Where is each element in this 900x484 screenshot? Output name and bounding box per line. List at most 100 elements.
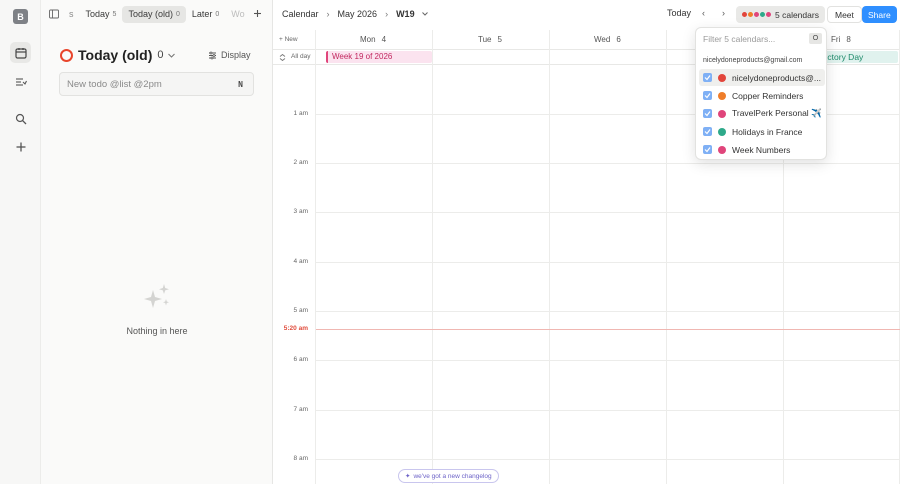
- checkbox-checked-icon[interactable]: [703, 145, 712, 154]
- empty-state-text: Nothing in here: [126, 326, 188, 336]
- changelog-text: we've got a new changelog: [413, 472, 492, 480]
- chevron-down-icon[interactable]: [167, 51, 176, 60]
- filter-calendars-input[interactable]: Filter 5 calendars...: [703, 34, 775, 44]
- day-header-wed[interactable]: Wed 6: [594, 35, 621, 44]
- today-button[interactable]: Today: [667, 8, 691, 18]
- event-week-number[interactable]: Week 19 of 2026: [326, 51, 432, 63]
- new-todo-placeholder: New todo @list @2pm: [67, 78, 162, 90]
- tab-label: Wo: [231, 9, 245, 19]
- grid-line: [432, 30, 433, 484]
- calendar-item-primary[interactable]: nicelydoneproducts@...: [699, 69, 825, 86]
- list-heading: Today (old) 0: [60, 47, 176, 63]
- calendars-count-label: 5 calendars: [775, 9, 819, 20]
- breadcrumb-calendar[interactable]: Calendar: [282, 9, 319, 19]
- day-header-tue[interactable]: Tue 5: [478, 35, 502, 44]
- account-label: nicelydoneproducts@gmail.com: [703, 57, 803, 64]
- calendars-toggle-button[interactable]: 5 calendars: [736, 6, 825, 23]
- calendars-dropdown: Filter 5 calendars... O nicelydoneproduc…: [695, 27, 827, 160]
- calendar-item-week-numbers[interactable]: Week Numbers: [699, 141, 825, 158]
- day-name: Wed: [594, 35, 611, 44]
- hour-label: 5 am: [293, 307, 308, 314]
- grid-line: [316, 360, 900, 361]
- tasks-icon[interactable]: [10, 71, 31, 92]
- new-todo-input[interactable]: New todo @list @2pm N: [59, 72, 254, 96]
- day-header-fri[interactable]: Fri 8: [831, 35, 851, 44]
- breadcrumb-month[interactable]: May 2026: [338, 9, 378, 19]
- tab-label: Today: [85, 9, 110, 19]
- hour-label: 1 am: [293, 110, 308, 117]
- calendar-color-dot: [718, 145, 726, 154]
- calendar-item-holidays[interactable]: Holidays in France: [699, 123, 825, 140]
- add-icon[interactable]: [10, 136, 31, 157]
- workspace-avatar[interactable]: B: [13, 9, 28, 24]
- checkbox-checked-icon[interactable]: [703, 91, 712, 100]
- tab-next[interactable]: Wo: [225, 6, 250, 23]
- tab-later[interactable]: Later 0: [186, 6, 225, 23]
- current-time-label: 5:20 am: [283, 325, 308, 332]
- calendar-item-label: Week Numbers: [732, 144, 791, 155]
- new-todo-shortcut: N: [238, 80, 243, 89]
- hour-label: 2 am: [293, 159, 308, 166]
- grid-line: [316, 262, 900, 263]
- day-number: 8: [846, 35, 851, 44]
- prev-week-icon[interactable]: ‹: [702, 8, 705, 18]
- calendar-item-copper[interactable]: Copper Reminders: [699, 87, 825, 104]
- all-day-label: All day: [291, 53, 311, 60]
- hour-label: 7 am: [293, 406, 308, 413]
- chevron-right-icon: ›: [326, 9, 330, 19]
- tab-previous[interactable]: s: [63, 6, 80, 23]
- today-ring-icon: [60, 48, 73, 62]
- sparkle-icon: ✦: [405, 473, 411, 480]
- calendar-color-dot: [718, 109, 726, 118]
- new-event-button[interactable]: + New: [279, 36, 298, 43]
- display-button[interactable]: Display: [208, 50, 251, 60]
- checkbox-checked-icon[interactable]: [703, 73, 712, 82]
- breadcrumb-week[interactable]: W19: [396, 9, 415, 19]
- hour-label: 8 am: [293, 455, 308, 462]
- day-name: Mon: [360, 35, 376, 44]
- grid-line: [316, 311, 900, 312]
- tab-count: 5: [112, 10, 117, 18]
- changelog-banner[interactable]: ✦ we've got a new changelog: [398, 469, 499, 483]
- tab-label: Today (old): [128, 9, 173, 19]
- display-label: Display: [221, 50, 251, 60]
- chevron-down-icon[interactable]: [421, 10, 429, 18]
- left-rail: B: [0, 0, 41, 484]
- grid-line: [316, 410, 900, 411]
- tab-today-old[interactable]: Today (old) 0: [122, 5, 186, 23]
- hour-label: 3 am: [293, 208, 308, 215]
- list-count: 0: [157, 49, 164, 61]
- grid-line: [315, 30, 316, 484]
- search-icon[interactable]: [10, 108, 31, 129]
- grid-line: [316, 163, 900, 164]
- event-victory-day[interactable]: Victory Day: [819, 51, 898, 63]
- calendar-item-label: Copper Reminders: [732, 90, 804, 101]
- calendar-icon[interactable]: [10, 42, 31, 63]
- sliders-icon: [209, 51, 216, 59]
- day-name: Fri: [831, 35, 841, 44]
- add-list-icon[interactable]: [253, 9, 262, 20]
- calendar-color-dots: [741, 11, 772, 18]
- day-header-mon[interactable]: Mon 4: [360, 35, 386, 44]
- checkbox-checked-icon[interactable]: [703, 109, 712, 118]
- checkbox-checked-icon[interactable]: [703, 127, 712, 136]
- new-event-label: New: [284, 36, 298, 43]
- grid-line: [666, 30, 667, 484]
- breadcrumb: Calendar › May 2026 › W19: [282, 9, 429, 19]
- calendar-item-label: Holidays in France: [732, 126, 803, 137]
- grid-line: [316, 459, 900, 460]
- day-number: 5: [497, 35, 502, 44]
- share-button[interactable]: Share: [862, 6, 897, 23]
- meet-button[interactable]: Meet: [827, 6, 862, 23]
- calendar-color-dot: [718, 127, 726, 136]
- calendar-item-travelperk[interactable]: TravelPerk Personal ✈️: [699, 105, 825, 122]
- tab-today[interactable]: Today 5: [80, 6, 123, 23]
- day-number: 4: [381, 35, 387, 44]
- expand-icon[interactable]: [279, 54, 286, 61]
- calendar-item-label: TravelPerk Personal ✈️: [732, 108, 822, 118]
- calendar-item-label: nicelydoneproducts@...: [732, 72, 821, 83]
- next-week-icon[interactable]: ›: [722, 8, 725, 18]
- hour-label: 6 am: [293, 356, 308, 363]
- grid-line: [549, 30, 550, 484]
- app-window: B s Today 5 Today (old) 0 Later 0 Wo Tod…: [0, 0, 900, 484]
